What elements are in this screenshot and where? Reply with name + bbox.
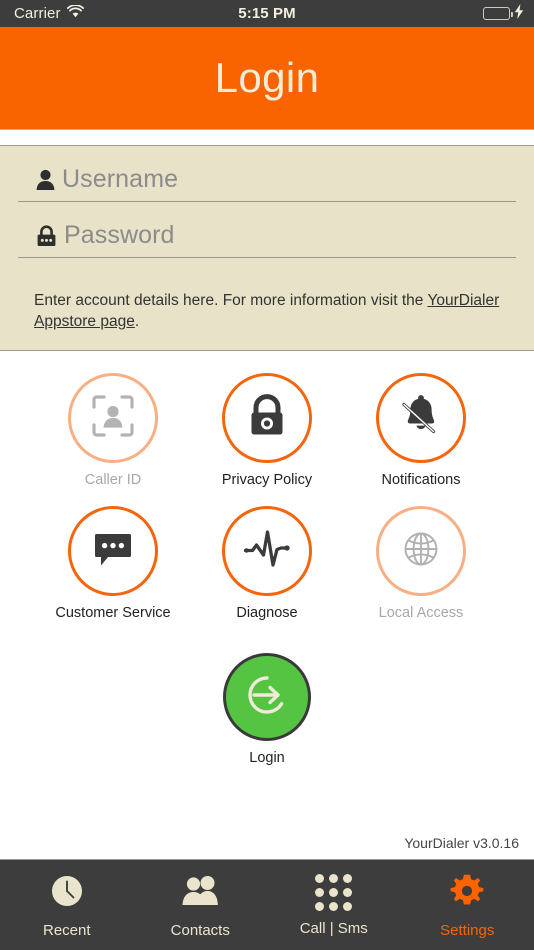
password-field[interactable]: Password <box>18 218 516 258</box>
login-button-wrap: Login <box>223 653 311 766</box>
tile-customer-service[interactable]: Customer Service <box>52 506 174 621</box>
tab-recent-label: Recent <box>42 922 91 939</box>
pulse-icon <box>242 527 292 576</box>
tile-notifications[interactable]: Notifications <box>360 373 482 488</box>
tile-local-access-ring <box>376 506 466 596</box>
action-grid: Caller ID Privacy Policy Notifications C… <box>0 351 534 766</box>
tab-settings[interactable]: Settings <box>401 874 534 939</box>
tile-caller-id-label: Caller ID <box>84 472 142 488</box>
tile-privacy-policy-ring <box>222 373 312 463</box>
clock-icon <box>50 874 84 913</box>
tab-settings-label: Settings <box>440 922 495 939</box>
person-icon <box>36 169 55 191</box>
action-grid-row-1: Caller ID Privacy Policy Notifications <box>52 373 482 488</box>
tile-customer-service-label: Customer Service <box>55 605 171 621</box>
password-input[interactable]: Password <box>64 221 175 250</box>
form-hint-suffix: . <box>134 313 140 330</box>
status-bar-left: Carrier <box>0 4 84 22</box>
username-field[interactable]: Username <box>18 162 516 202</box>
tile-diagnose-ring <box>222 506 312 596</box>
login-button[interactable] <box>223 653 311 741</box>
lock-icon <box>36 224 57 247</box>
bell-slash-icon <box>398 393 444 444</box>
tile-privacy-policy[interactable]: Privacy Policy <box>206 373 328 488</box>
tile-diagnose[interactable]: Diagnose <box>206 506 328 621</box>
gear-icon <box>450 874 484 913</box>
tile-caller-id[interactable]: Caller ID <box>52 373 174 488</box>
carrier-label: Carrier <box>14 5 61 22</box>
chat-bubble-icon <box>91 528 135 575</box>
lock-icon <box>246 393 288 444</box>
username-input[interactable]: Username <box>62 165 178 194</box>
caller-id-scan-icon <box>90 393 136 444</box>
status-bar: Carrier 5:15 PM <box>0 0 534 27</box>
tab-contacts-label: Contacts <box>170 922 230 939</box>
tile-local-access-label: Local Access <box>378 605 464 621</box>
globe-icon <box>400 528 442 575</box>
tile-local-access[interactable]: Local Access <box>360 506 482 621</box>
tile-notifications-label: Notifications <box>381 472 461 488</box>
tab-contacts[interactable]: Contacts <box>134 874 268 939</box>
keypad-icon <box>315 874 353 911</box>
battery-full-icon <box>483 7 513 20</box>
tab-call-sms-label: Call | Sms <box>299 920 368 937</box>
wifi-icon <box>66 4 84 22</box>
action-grid-row-2: Customer Service Diagnose Local Access <box>52 506 482 621</box>
status-bar-right <box>483 4 534 23</box>
tile-notifications-ring <box>376 373 466 463</box>
tile-privacy-policy-label: Privacy Policy <box>221 472 313 488</box>
app-header: Login <box>0 27 534 129</box>
page-title: Login <box>214 54 320 101</box>
people-icon <box>180 874 220 913</box>
tab-bar: Recent Contacts Call | Sms Settings <box>0 859 534 950</box>
tile-customer-service-ring <box>68 506 158 596</box>
tile-caller-id-ring <box>68 373 158 463</box>
form-hint: Enter account details here. For more inf… <box>18 268 516 336</box>
login-form: Username Password Enter account details … <box>0 145 534 351</box>
form-section: Username Password Enter account details … <box>0 130 534 351</box>
app-version: YourDialer v3.0.16 <box>404 835 519 851</box>
form-hint-prefix: Enter account details here. For more inf… <box>34 292 428 309</box>
tab-call-sms[interactable]: Call | Sms <box>267 874 401 937</box>
login-button-label: Login <box>249 750 285 766</box>
sign-in-arrow-icon <box>241 669 293 726</box>
tab-recent[interactable]: Recent <box>0 874 134 939</box>
tile-diagnose-label: Diagnose <box>236 605 298 621</box>
lightning-bolt-icon <box>514 4 524 23</box>
